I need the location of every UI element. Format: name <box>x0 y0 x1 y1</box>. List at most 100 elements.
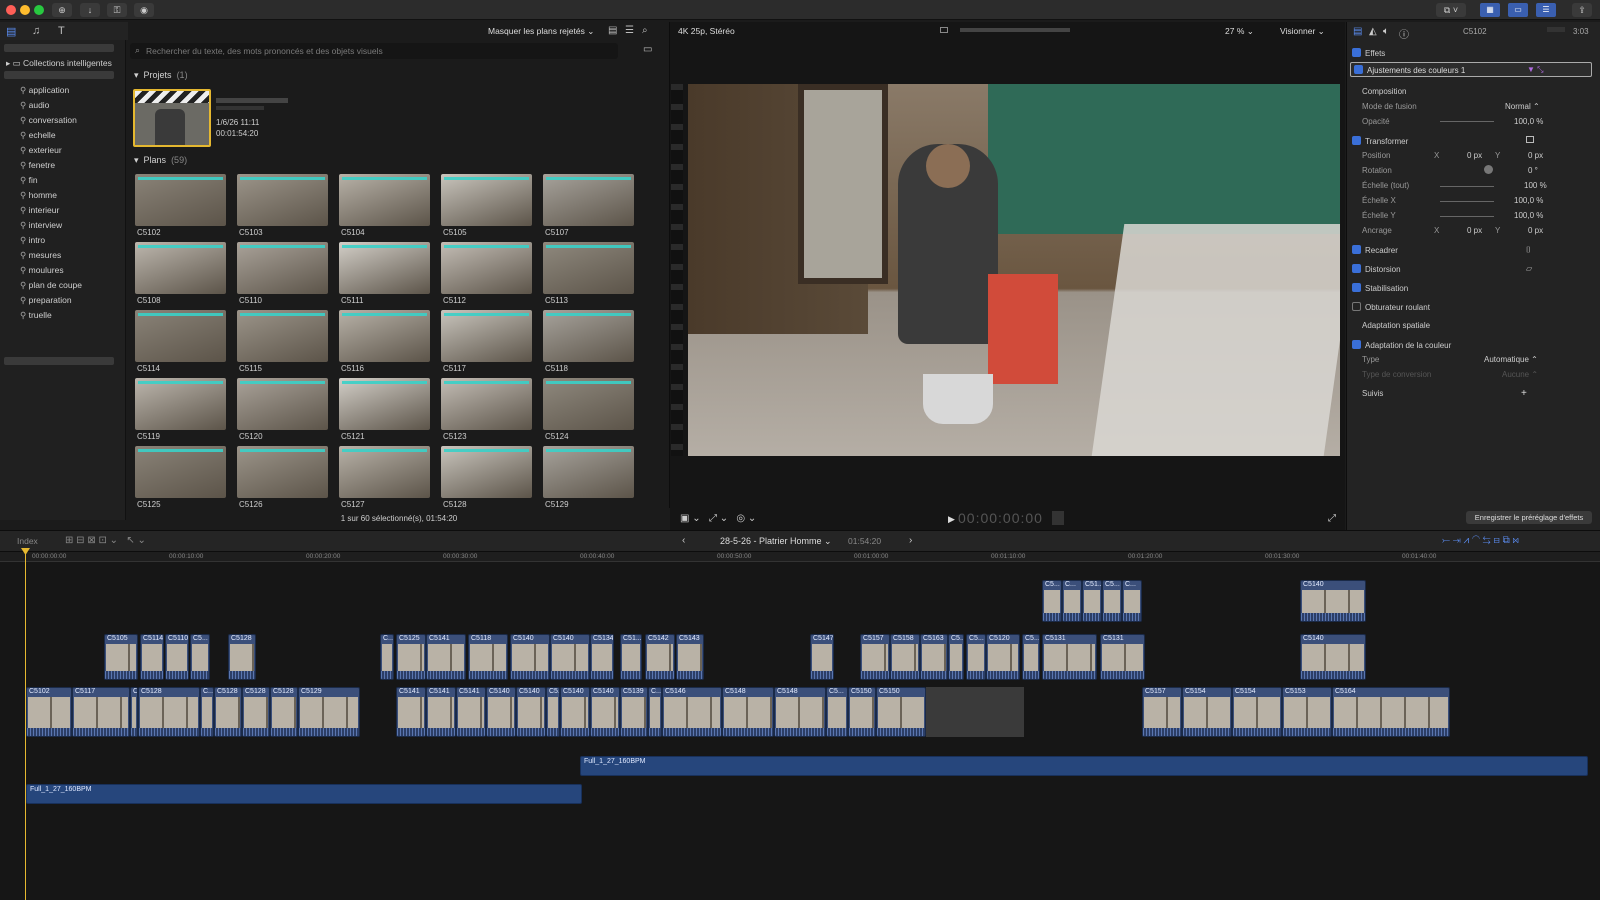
share-view-icon[interactable]: ⧉ ˅ <box>1436 3 1466 17</box>
key-icon[interactable]: ⚿ <box>107 3 127 17</box>
transform-section[interactable]: Transformer <box>1352 136 1408 146</box>
browser-search-input[interactable]: Rechercher du texte, des mots prononcés … <box>130 43 618 59</box>
composition-heading[interactable]: Composition <box>1362 87 1406 96</box>
connected-clip[interactable]: C5147 <box>810 634 834 680</box>
clip-thumbnail[interactable]: C5121 <box>339 378 430 448</box>
edit-buttons[interactable]: ⊞ ⊟ ⊠ ⊡ ⌄ ↖ ⌄ <box>65 535 146 546</box>
add-icon[interactable]: ⊕ <box>52 3 72 17</box>
minimize-window-button[interactable] <box>20 5 30 15</box>
primary-clip[interactable]: C5117 <box>72 687 130 737</box>
connected-clip[interactable]: C5... <box>948 634 964 680</box>
list-view-icon[interactable]: ☰ <box>625 25 634 36</box>
connected-clip[interactable]: C... <box>380 634 394 680</box>
zoom-menu[interactable]: 27 % ⌄ <box>1225 26 1254 37</box>
upper-connected-clip[interactable]: C... <box>1122 580 1142 622</box>
color-adjust-effect[interactable]: Ajustements des couleurs 1 ▼ ⤡ <box>1350 62 1592 77</box>
position-y-value[interactable]: 0 px <box>1528 151 1543 160</box>
clip-thumbnail[interactable]: C5107 <box>543 174 634 244</box>
primary-clip[interactable]: C5129 <box>298 687 360 737</box>
primary-clip[interactable]: C5153 <box>1282 687 1332 737</box>
anchor-x-value[interactable]: 0 px <box>1467 226 1482 235</box>
primary-clip[interactable]: C5139 <box>620 687 648 737</box>
mask-icon[interactable]: ▼ ⤡ <box>1527 65 1544 75</box>
color-inspector-icon[interactable]: ◭ <box>1369 26 1377 37</box>
index-button[interactable]: Index <box>17 536 38 546</box>
scale-all-slider[interactable] <box>1440 186 1494 187</box>
clip-thumbnail[interactable]: C5113 <box>543 242 634 312</box>
playhead[interactable] <box>25 548 26 900</box>
type-select[interactable]: Automatique ⌃ <box>1484 355 1538 364</box>
primary-clip[interactable]: C5141 <box>396 687 426 737</box>
primary-clip[interactable]: C5150 <box>876 687 926 737</box>
close-window-button[interactable] <box>6 5 16 15</box>
timeline-tools[interactable]: ⤚ ⇥ ⩘ ◠ ⇆ ⊟ ⧉ ⋈ <box>1442 535 1519 546</box>
keyword-collection-item[interactable]: ⚲ plan de coupe <box>20 278 82 293</box>
connected-clip[interactable]: C5143 <box>676 634 704 680</box>
keyword-collection-item[interactable]: ⚲ interieur <box>20 203 82 218</box>
opacity-slider[interactable] <box>1440 121 1494 122</box>
plans-header[interactable]: ▾ Plans (59) <box>134 155 187 166</box>
clip-thumbnail[interactable]: C5112 <box>441 242 532 312</box>
crop-icon[interactable]: ⌷ <box>1526 245 1531 255</box>
filter-window-icon[interactable]: ▭ <box>643 44 652 55</box>
spatial-conform-section[interactable]: Adaptation spatiale <box>1362 321 1430 330</box>
keyword-collection-item[interactable]: ⚲ conversation <box>20 113 82 128</box>
fullscreen-icon[interactable]: ⤢ <box>1328 513 1336 524</box>
effects-section[interactable]: Effets <box>1352 48 1385 58</box>
connected-clip[interactable]: C5105 <box>104 634 138 680</box>
stabilization-section[interactable]: Stabilisation <box>1352 283 1408 293</box>
background-tasks-icon[interactable]: ◉ <box>134 3 154 17</box>
upper-connected-clip[interactable]: C... <box>1062 580 1082 622</box>
primary-clip[interactable]: C5140 <box>560 687 590 737</box>
connected-clip[interactable]: C5157 <box>860 634 890 680</box>
primary-clip[interactable]: C5154 <box>1232 687 1282 737</box>
clip-thumbnail[interactable]: C5105 <box>441 174 532 244</box>
primary-clip[interactable]: C <box>130 687 138 737</box>
clip-thumbnail[interactable]: C5104 <box>339 174 430 244</box>
clip-thumbnail[interactable]: C5118 <box>543 310 634 380</box>
clip-thumbnail[interactable]: C5116 <box>339 310 430 380</box>
clip-thumbnail[interactable]: C5126 <box>237 446 328 516</box>
primary-clip[interactable]: C5141 <box>456 687 486 737</box>
anchor-y-value[interactable]: 0 px <box>1528 226 1543 235</box>
zoom-window-button[interactable] <box>34 5 44 15</box>
viewer-display-icon[interactable] <box>940 27 948 33</box>
crop-section[interactable]: Recadrer <box>1352 245 1398 255</box>
connected-clip[interactable]: C5163 <box>920 634 948 680</box>
position-x-value[interactable]: 0 px <box>1467 151 1482 160</box>
view-menu[interactable]: Visionner ⌄ <box>1280 26 1325 37</box>
show-browser-icon[interactable]: ▦ <box>1480 3 1500 17</box>
primary-clip[interactable]: C... <box>200 687 214 737</box>
connected-clip[interactable]: C5141 <box>426 634 466 680</box>
connected-clip[interactable]: C5131 <box>1042 634 1097 680</box>
distortion-icon[interactable]: ▱ <box>1526 264 1532 273</box>
connected-clip[interactable]: C5... <box>190 634 210 680</box>
music-audio-clip[interactable]: Full_1_27_160BPM <box>580 756 1588 776</box>
share-icon[interactable]: ⇪ <box>1572 3 1592 17</box>
primary-clip[interactable]: C5140 <box>516 687 546 737</box>
upper-connected-clip[interactable]: C51... <box>1082 580 1102 622</box>
video-inspector-icon[interactable]: ▤ <box>1353 26 1362 37</box>
connected-clip[interactable]: C5128 <box>228 634 256 680</box>
connected-clip[interactable]: C5140 <box>550 634 590 680</box>
project-thumbnail[interactable] <box>133 89 211 147</box>
filter-menu[interactable]: Masquer les plans rejetés ⌄ <box>488 26 594 37</box>
primary-clip[interactable]: C5... <box>546 687 560 737</box>
rotation-dial[interactable] <box>1484 165 1493 174</box>
clip-thumbnail[interactable]: C5114 <box>135 310 226 380</box>
upper-connected-clip[interactable]: C5... <box>1042 580 1062 622</box>
primary-clip[interactable]: C5146 <box>662 687 722 737</box>
viewer-transform-icon[interactable]: ▣ ⌄ ⤢ ⌄ ◎ ⌄ <box>680 513 756 524</box>
titles-generators-icon[interactable]: T <box>58 25 65 37</box>
clip-thumbnail[interactable]: C5119 <box>135 378 226 448</box>
primary-clip[interactable]: C5141 <box>426 687 456 737</box>
keyword-collection-item[interactable]: ⚲ interview <box>20 218 82 233</box>
timeline-gap[interactable] <box>926 687 1024 737</box>
keyword-collection-item[interactable]: ⚲ truelle <box>20 308 82 323</box>
primary-clip[interactable]: C5148 <box>774 687 826 737</box>
keyword-collection-item[interactable]: ⚲ echelle <box>20 128 82 143</box>
effects-checkbox[interactable] <box>1352 48 1361 57</box>
clip-thumbnail[interactable]: C5102 <box>135 174 226 244</box>
keyword-collection-item[interactable]: ⚲ fenetre <box>20 158 82 173</box>
primary-clip[interactable]: C5140 <box>486 687 516 737</box>
